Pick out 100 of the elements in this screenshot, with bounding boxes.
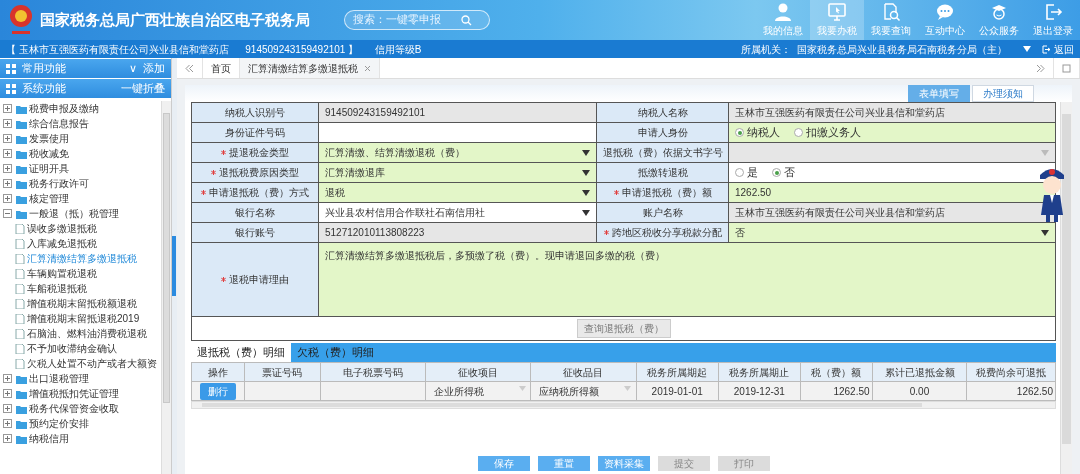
- required-asterisk-icon: [221, 150, 226, 155]
- column-header: 税务所属期止: [718, 362, 801, 382]
- exit-icon: [1043, 2, 1063, 22]
- tree-item[interactable]: 车辆购置税退税: [3, 266, 161, 281]
- document-icon: [15, 358, 25, 369]
- document-icon: [15, 268, 25, 279]
- tax-id: 914509243159492101 】: [245, 42, 359, 57]
- field-label: 申请退抵税（费）额: [597, 183, 729, 203]
- caret-icon: [1041, 229, 1049, 236]
- field-label: 银行名称: [192, 203, 319, 223]
- tree-item[interactable]: 税务行政许可: [3, 176, 161, 191]
- tree-item[interactable]: 入库减免退抵税: [3, 236, 161, 251]
- tree-item[interactable]: 出口退税管理: [3, 371, 161, 386]
- tree-item[interactable]: 石脑油、燃料油消费税退税: [3, 326, 161, 341]
- radio-option[interactable]: 否: [772, 164, 795, 181]
- tree-item[interactable]: 欠税人处置不动产或者大额资: [3, 356, 161, 371]
- grid-icon: [6, 83, 16, 94]
- tree-item[interactable]: 纳税信用: [3, 431, 161, 446]
- field-label: 身份证件号码: [192, 123, 319, 143]
- dropdown-caret-icon: [1023, 46, 1032, 52]
- dropdown[interactable]: 退税: [319, 183, 597, 203]
- dropdown[interactable]: 汇算清缴、结算清缴退税（费）: [319, 143, 597, 163]
- column-header: 税务所属期起: [636, 362, 719, 382]
- tree-item[interactable]: 增值税期末留抵退税2019: [3, 311, 161, 326]
- dropdown[interactable]: 汇算清缴退库: [319, 163, 597, 183]
- text-area[interactable]: 汇算清缴结算多缴退抵税后，多预缴了税（费）。现申请退回多缴的税（费）: [319, 243, 1056, 317]
- folder-icon: [16, 148, 27, 159]
- form-tab[interactable]: 办理须知: [972, 85, 1034, 102]
- folder-icon: [16, 193, 27, 204]
- close-icon[interactable]: [364, 64, 371, 72]
- expand-icon[interactable]: [3, 404, 12, 413]
- expand-icon[interactable]: [3, 374, 12, 383]
- expand-icon[interactable]: [3, 179, 12, 188]
- document-icon: [15, 223, 25, 234]
- radio-option[interactable]: 扣缴义务人: [794, 124, 861, 141]
- dropdown[interactable]: 兴业县农村信用合作联社石南信用社: [319, 203, 597, 223]
- field-label: 提退税金类型: [192, 143, 319, 163]
- tree-item[interactable]: 车船税退抵税: [3, 281, 161, 296]
- scrollbar[interactable]: [1060, 102, 1072, 474]
- document-icon: [15, 328, 25, 339]
- tree-item[interactable]: 证明开具: [3, 161, 161, 176]
- tree-item[interactable]: 一般退（抵）税管理: [3, 206, 161, 221]
- field-label: 退抵税（费）依据文书字号: [597, 143, 729, 163]
- expand-icon[interactable]: [3, 434, 12, 443]
- column-header: 票证号码: [244, 362, 321, 382]
- document-icon: [15, 343, 25, 354]
- field-label: 申请退抵税（费）方式: [192, 183, 319, 203]
- panel-title: 常用功能: [22, 61, 67, 77]
- folder-icon: [16, 403, 27, 414]
- document-icon: [15, 253, 25, 264]
- scrollbar[interactable]: [161, 101, 171, 474]
- required-asterisk-icon: [221, 277, 226, 282]
- expand-icon[interactable]: [3, 419, 12, 428]
- back-link[interactable]: 返回: [1042, 41, 1074, 57]
- grid-icon: [6, 63, 16, 74]
- collapse-icon[interactable]: [3, 209, 12, 218]
- field-label: 银行账号: [192, 223, 319, 243]
- scroll-thumb[interactable]: [1062, 114, 1071, 444]
- dropdown[interactable]: 否: [729, 223, 1056, 243]
- tree-item[interactable]: 不予加收滞纳金确认: [3, 341, 161, 356]
- detail-tab[interactable]: 退抵税（费）明细: [191, 343, 291, 362]
- tree-item[interactable]: 增值税抵扣凭证管理: [3, 386, 161, 401]
- folder-icon: [16, 418, 27, 429]
- folder-icon: [16, 118, 27, 129]
- document-icon: [15, 283, 25, 294]
- tree-item[interactable]: 核定管理: [3, 191, 161, 206]
- expand-icon[interactable]: [3, 194, 12, 203]
- tree-item[interactable]: 税务代保管资金收取: [3, 401, 161, 416]
- tree-item[interactable]: 增值税期末留抵税额退税: [3, 296, 161, 311]
- double-chevron-left-icon[interactable]: [185, 63, 194, 73]
- tree-item[interactable]: 误收多缴退抵税: [3, 221, 161, 236]
- page-tab[interactable]: 汇算清缴结算多缴退抵税: [240, 58, 380, 78]
- column-header: 税（费）额: [800, 362, 873, 382]
- scroll-thumb[interactable]: [163, 113, 170, 403]
- column-header: 征收项目: [425, 362, 531, 382]
- tree-item[interactable]: 汇算清缴结算多缴退抵税: [3, 251, 161, 266]
- expand-icon[interactable]: [3, 134, 12, 143]
- field-label: 退抵税费原因类型: [192, 163, 319, 183]
- expand-icon[interactable]: [3, 389, 12, 398]
- expand-icon[interactable]: [3, 104, 12, 113]
- detail-tab[interactable]: 欠税（费）明细: [291, 343, 380, 362]
- field-label: 抵缴转退税: [597, 163, 729, 183]
- tree-item[interactable]: 税收减免: [3, 146, 161, 161]
- collapse-handle[interactable]: [172, 236, 176, 296]
- radio-option[interactable]: 是: [735, 164, 758, 181]
- radio-option[interactable]: 纳税人: [735, 124, 780, 141]
- folder-icon: [16, 208, 27, 219]
- panel-title: 系统功能: [22, 81, 67, 97]
- double-chevron-right-icon[interactable]: [1036, 63, 1045, 73]
- caret-icon: [582, 169, 590, 176]
- tree-item[interactable]: 发票使用: [3, 131, 161, 146]
- scrollbar[interactable]: [191, 401, 1056, 409]
- tree-item[interactable]: 综合信息报告: [3, 116, 161, 131]
- tree-item[interactable]: 税费申报及缴纳: [3, 101, 161, 116]
- expand-icon[interactable]: [3, 119, 12, 128]
- required-asterisk-icon: [201, 190, 206, 195]
- tree-item[interactable]: 预约定价安排: [3, 416, 161, 431]
- search-field[interactable]: 搜索：一键零申报: [344, 10, 490, 30]
- expand-icon[interactable]: [3, 164, 12, 173]
- expand-icon[interactable]: [3, 149, 12, 158]
